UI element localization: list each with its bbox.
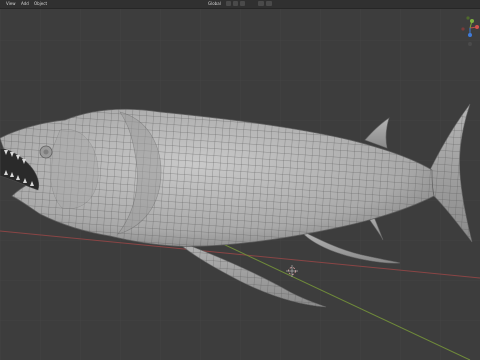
zoom-icon (468, 42, 472, 46)
orientation-gizmo-icon[interactable] (460, 14, 480, 48)
3d-viewport[interactable] (0, 9, 480, 360)
overlay-icon[interactable] (258, 1, 264, 6)
snap-icon[interactable] (226, 1, 231, 6)
menu-view[interactable]: View (6, 1, 16, 6)
menu-object[interactable]: Object (34, 1, 47, 6)
transform-orientation[interactable]: Global (208, 1, 221, 6)
eye-pupil (43, 149, 49, 155)
xray-icon[interactable] (266, 1, 272, 6)
menu-add[interactable]: Add (21, 1, 29, 6)
viewport-header: View Add Object Global (0, 0, 480, 9)
proportional-edit-icon[interactable] (233, 1, 238, 6)
magnet-icon[interactable] (240, 1, 245, 6)
